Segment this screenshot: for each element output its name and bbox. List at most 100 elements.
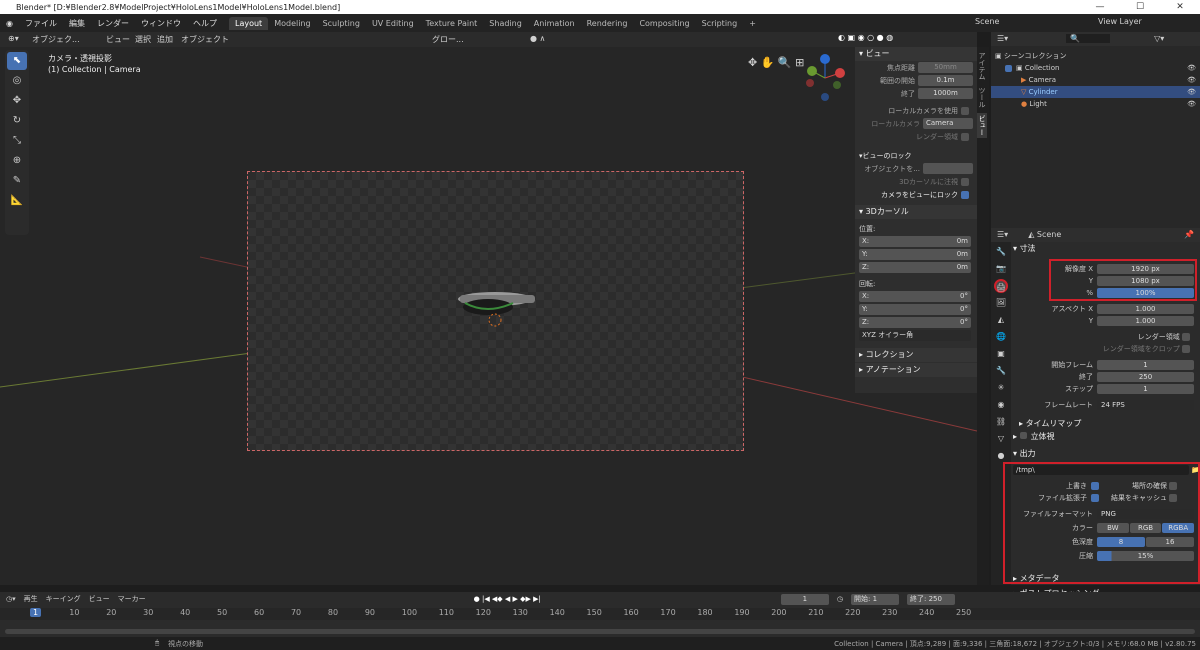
- modifier-tab-icon[interactable]: 🔧: [994, 364, 1008, 378]
- view-lock-header[interactable]: ▾ ビューのロック: [855, 149, 977, 162]
- visibility-icon[interactable]: 👁: [1187, 100, 1196, 108]
- particles-tab-icon[interactable]: ✳: [994, 381, 1008, 395]
- tab-modeling[interactable]: Modeling: [268, 17, 316, 30]
- outliner-collection[interactable]: ▣ Collection 👁: [991, 62, 1200, 74]
- 3d-cursor-header[interactable]: ▾ 3Dカーソル: [855, 205, 977, 219]
- editor-type-icon[interactable]: ⊕▾: [8, 34, 19, 43]
- playback-controls[interactable]: ● |◀ ◀◆ ◀ ▶ ◆▶ ▶|: [474, 595, 541, 603]
- menu-timeline-view[interactable]: ビュー: [89, 594, 110, 604]
- add-workspace-icon[interactable]: +: [743, 17, 762, 30]
- view-layer-selector[interactable]: View Layer: [1098, 17, 1142, 26]
- maximize-button[interactable]: ☐: [1120, 0, 1160, 14]
- current-frame-field[interactable]: 1: [780, 593, 829, 605]
- annotate-tool-icon[interactable]: ✎: [7, 172, 27, 190]
- playhead[interactable]: 1: [30, 608, 42, 617]
- tab-texture-paint[interactable]: Texture Paint: [420, 17, 484, 30]
- timeline-scrollbar[interactable]: [5, 629, 1195, 634]
- focal-length-field[interactable]: 50mm: [918, 62, 973, 73]
- local-camera-checkbox[interactable]: [961, 106, 969, 115]
- collection-section[interactable]: ▸ コレクション: [855, 348, 977, 362]
- frame-rate-select[interactable]: 24 FPS: [1097, 400, 1194, 410]
- render-region-checkbox[interactable]: [961, 132, 969, 141]
- dimensions-header[interactable]: ▾ 寸法: [1013, 242, 1200, 255]
- data-tab-icon[interactable]: ▽: [994, 432, 1008, 446]
- tab-sculpting[interactable]: Sculpting: [317, 17, 366, 30]
- visibility-icon[interactable]: 👁: [1187, 88, 1196, 96]
- outliner-light[interactable]: ● Light 👁: [991, 98, 1200, 110]
- cursor-y-field[interactable]: Y: 0m: [859, 249, 971, 260]
- tab-compositing[interactable]: Compositing: [633, 17, 695, 30]
- scale-tool-icon[interactable]: ⤡: [7, 132, 27, 150]
- menu-playback[interactable]: 再生: [24, 594, 38, 604]
- clip-end-field[interactable]: 1000m: [918, 88, 973, 99]
- scene-tab-icon[interactable]: ◭: [994, 313, 1008, 327]
- menu-marker[interactable]: マーカー: [118, 594, 146, 604]
- tab-rendering[interactable]: Rendering: [581, 17, 634, 30]
- scene-selector[interactable]: Scene: [975, 17, 999, 26]
- timeline-ruler[interactable]: 1 10 20 30 40 50 60 70 80 90 100 110 120 130 140 150 16…: [0, 608, 1200, 620]
- visibility-icon[interactable]: 👁: [1187, 64, 1196, 72]
- select-tool-icon[interactable]: ⬉: [7, 52, 27, 70]
- output-tab-icon[interactable]: 🖨: [994, 279, 1008, 293]
- filter-icon[interactable]: ▽▾: [1154, 34, 1164, 43]
- cursor-z-field[interactable]: Z: 0m: [859, 262, 971, 273]
- menu-select[interactable]: 選択: [135, 34, 151, 45]
- lock-cursor-checkbox[interactable]: [961, 177, 969, 186]
- blender-logo-icon[interactable]: ◉: [0, 19, 19, 28]
- outliner-cylinder[interactable]: ▽ Cylinder 👁: [991, 86, 1200, 98]
- lock-camera-checkbox[interactable]: [961, 190, 969, 199]
- menu-object[interactable]: オブジェクト: [181, 34, 229, 45]
- menu-window[interactable]: ウィンドウ: [135, 18, 187, 29]
- move-tool-icon[interactable]: ✥: [7, 92, 27, 110]
- aspect-y-field[interactable]: 1.000: [1097, 316, 1194, 326]
- tab-shading[interactable]: Shading: [483, 17, 528, 30]
- rot-z-field[interactable]: Z: 0°: [859, 317, 971, 328]
- tab-animation[interactable]: Animation: [528, 17, 581, 30]
- aspect-x-field[interactable]: 1.000: [1097, 304, 1194, 314]
- menu-keying[interactable]: キーイング: [46, 594, 81, 604]
- time-remap-header[interactable]: ▸ タイムリマップ: [1013, 417, 1200, 430]
- properties-editor-icon[interactable]: ☰▾: [997, 230, 1008, 239]
- rot-x-field[interactable]: X: 0°: [859, 291, 971, 302]
- frame-start-field[interactable]: 1: [1097, 360, 1194, 370]
- tab-layout[interactable]: Layout: [228, 16, 269, 30]
- tab-uv-editing[interactable]: UV Editing: [366, 17, 420, 30]
- crop-checkbox[interactable]: [1182, 345, 1190, 353]
- stereo-header[interactable]: ▸ 立体視: [1013, 430, 1200, 443]
- timeline-editor-icon[interactable]: ◷▾: [6, 595, 16, 603]
- frame-step-field[interactable]: 1: [1097, 384, 1194, 394]
- shading-icons[interactable]: ◐ ▣ ◉ ○ ● ◍: [838, 33, 893, 42]
- rotate-tool-icon[interactable]: ↻: [7, 112, 27, 130]
- start-frame-field[interactable]: 開始: 1: [850, 593, 899, 605]
- tab-view[interactable]: ビュー: [977, 113, 987, 138]
- tab-item[interactable]: アイテム: [977, 50, 987, 82]
- orientation-selector[interactable]: グロー...: [432, 34, 464, 45]
- pin-icon[interactable]: 📌: [1184, 230, 1194, 239]
- transform-tool-icon[interactable]: ⊕: [7, 152, 27, 170]
- material-tab-icon[interactable]: ●: [994, 449, 1008, 463]
- end-frame-field[interactable]: 終了: 250: [906, 593, 955, 605]
- visibility-icon[interactable]: 👁: [1187, 76, 1196, 84]
- render-tab-icon[interactable]: 📷: [994, 262, 1008, 276]
- cursor-x-field[interactable]: X: 0m: [859, 236, 971, 247]
- tab-tool[interactable]: ツール: [977, 85, 987, 110]
- outliner-editor-icon[interactable]: ☰▾: [997, 34, 1008, 43]
- rotation-mode-select[interactable]: XYZ オイラー角: [859, 330, 971, 341]
- physics-tab-icon[interactable]: ◉: [994, 398, 1008, 412]
- mode-selector[interactable]: オブジェク...: [32, 34, 80, 45]
- menu-file[interactable]: ファイル: [19, 18, 63, 29]
- minimize-button[interactable]: —: [1080, 0, 1120, 14]
- proportional-icon[interactable]: ● ∧: [530, 34, 545, 43]
- nav-gizmo-icons[interactable]: ✥ ✋ 🔍 ⊞: [748, 56, 804, 69]
- object-tab-icon[interactable]: ▣: [994, 347, 1008, 361]
- cursor-tool-icon[interactable]: ◎: [7, 72, 27, 90]
- menu-render[interactable]: レンダー: [91, 18, 135, 29]
- lock-object-field[interactable]: [923, 163, 973, 174]
- frame-end-field[interactable]: 250: [1097, 372, 1194, 382]
- constraints-tab-icon[interactable]: ⛓: [994, 415, 1008, 429]
- clock-icon[interactable]: ◷: [837, 595, 843, 603]
- outliner-scene-collection[interactable]: ▣ シーンコレクション: [991, 50, 1200, 62]
- rot-y-field[interactable]: Y: 0°: [859, 304, 971, 315]
- clip-start-field[interactable]: 0.1m: [918, 75, 973, 86]
- menu-add[interactable]: 追加: [157, 34, 173, 45]
